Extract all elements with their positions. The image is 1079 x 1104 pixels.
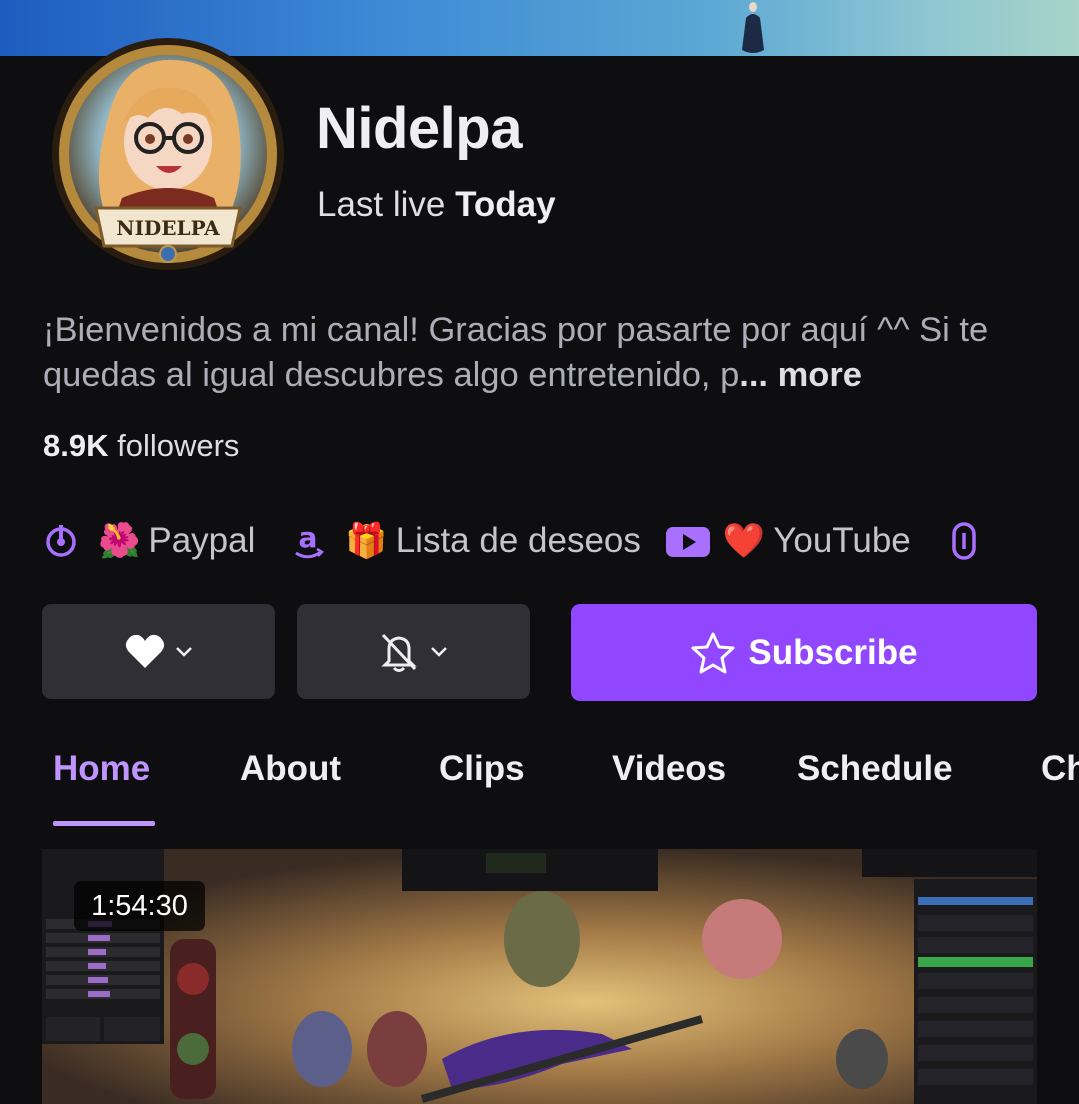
last-live-status: Last live Today <box>317 182 556 228</box>
chevron-down-icon <box>430 646 447 657</box>
heart-icon <box>125 634 164 668</box>
amazon-icon: a <box>295 521 325 559</box>
active-tab-indicator <box>53 821 155 826</box>
channel-avatar[interactable]: NIDELPA <box>52 38 284 270</box>
last-live-value: Today <box>455 185 556 224</box>
link-paypal[interactable]: 🌺 Paypal <box>44 521 255 561</box>
followers-count: 8.9K followers <box>43 425 239 467</box>
tab-home[interactable]: Home <box>53 748 150 790</box>
video-duration: 1:54:30 <box>74 881 205 931</box>
link-other[interactable] <box>951 521 977 561</box>
avatar-image: NIDELPA <box>52 38 284 270</box>
bio-more-link[interactable]: more <box>778 356 862 394</box>
tab-schedule[interactable]: Schedule <box>797 748 953 790</box>
heart-emoji: ❤️ <box>722 521 766 561</box>
notifications-button[interactable] <box>297 604 530 699</box>
link-icon <box>952 522 976 560</box>
link-youtube-label: YouTube <box>773 521 911 560</box>
link-wishlist-label: Lista de deseos <box>395 521 641 560</box>
followers-label: followers <box>117 428 240 463</box>
banner-figure <box>742 2 764 53</box>
tab-about[interactable]: About <box>240 748 341 790</box>
chevron-down-icon <box>175 646 192 657</box>
subscribe-button[interactable]: Subscribe <box>571 604 1037 701</box>
bell-off-icon <box>380 633 417 672</box>
youtube-icon <box>665 527 710 557</box>
social-links: 🌺 Paypal a 🎁 Lista de deseos ❤️ YouTube <box>44 513 977 569</box>
channel-name: Nidelpa <box>316 96 523 161</box>
link-paypal-label: Paypal <box>148 521 256 560</box>
link-youtube[interactable]: ❤️ YouTube <box>665 521 911 561</box>
channel-bio: ¡Bienvenidos a mi canal! Gracias por pas… <box>43 308 1043 398</box>
link-wishlist[interactable]: a 🎁 Lista de deseos <box>291 521 641 561</box>
paypal-icon <box>46 525 76 557</box>
gift-emoji: 🎁 <box>345 521 388 561</box>
channel-tabs: Home About Clips Videos Schedule Ch <box>0 740 1079 830</box>
star-icon <box>691 632 735 673</box>
bio-ellipsis: ... <box>739 356 769 394</box>
svg-text:a: a <box>299 521 318 554</box>
flower-emoji: 🌺 <box>98 521 141 561</box>
tab-clips[interactable]: Clips <box>439 748 525 790</box>
subscribe-label: Subscribe <box>748 632 918 672</box>
last-live-label: Last live <box>317 185 446 224</box>
avatar-lettering: NIDELPA <box>116 216 220 240</box>
tab-chat[interactable]: Ch <box>1041 748 1079 790</box>
follow-button[interactable] <box>42 604 275 699</box>
tab-videos[interactable]: Videos <box>612 748 726 790</box>
followers-number: 8.9K <box>43 428 109 463</box>
